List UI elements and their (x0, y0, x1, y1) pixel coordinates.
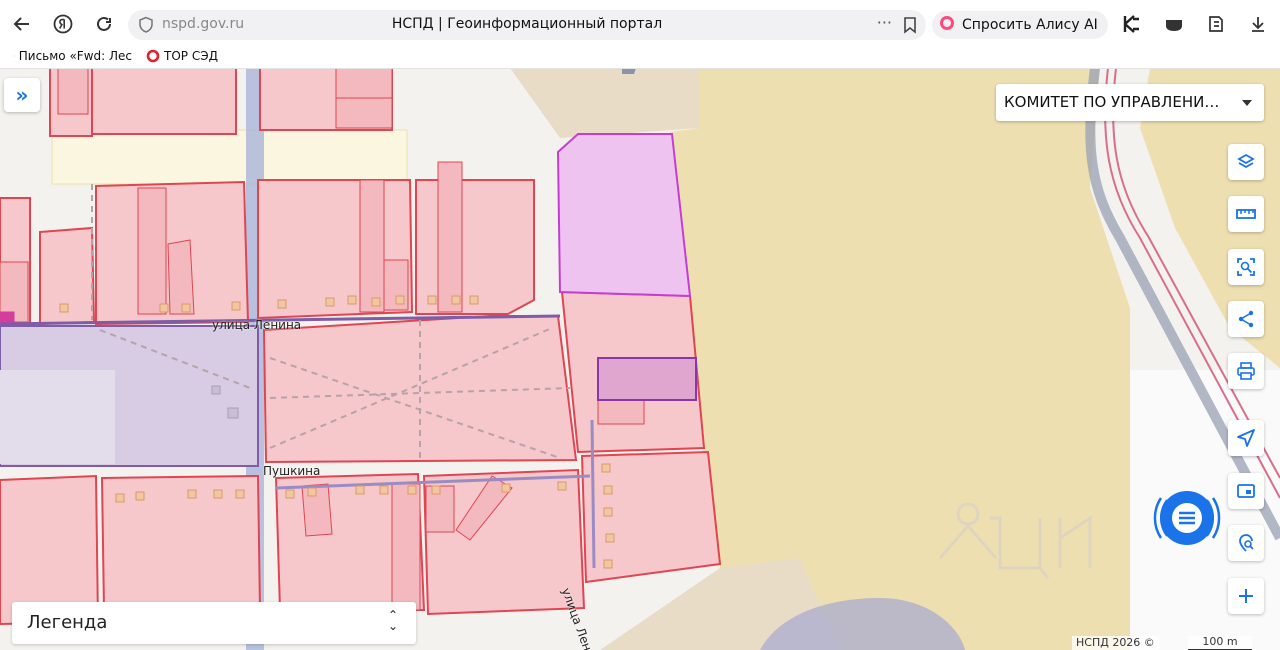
ring-icon (146, 49, 160, 63)
map-copyright: НСПД 2026 © (1072, 636, 1159, 650)
layers-button[interactable] (1228, 144, 1264, 180)
extension-icon (1123, 15, 1139, 33)
parcel[interactable] (91, 68, 237, 135)
bookmark-label: ТОР СЭД (164, 49, 218, 63)
double-chevron-right-icon: » (15, 83, 29, 107)
zoom-in-button[interactable] (1228, 578, 1264, 614)
collections-button[interactable] (1204, 12, 1228, 36)
download-icon (1252, 17, 1264, 32)
selected-parcel[interactable] (556, 133, 692, 298)
map-viewport[interactable]: улица Ленина Пушкина улица Ленина » КОМИ… (0, 68, 1280, 650)
parcel[interactable] (415, 179, 535, 315)
expand-panel-button[interactable]: » (4, 78, 40, 112)
back-button[interactable] (10, 12, 34, 36)
area-select-button[interactable] (1228, 249, 1264, 285)
address-bar[interactable]: nspd.gov.ru НСПД | Геоинформационный пор… (128, 10, 926, 40)
ask-alice-button[interactable]: Спросить Алису AI (932, 11, 1108, 39)
extension-button[interactable] (1120, 12, 1144, 36)
legend-title: Легенда (27, 612, 108, 633)
reload-icon (97, 16, 111, 31)
street-label-pushkina: Пушкина (263, 464, 321, 478)
more-icon[interactable]: ··· (877, 13, 892, 32)
alice-icon (940, 16, 954, 30)
arrow-left-icon (13, 17, 29, 31)
wallet-button[interactable] (1162, 12, 1186, 36)
mail-icon (14, 55, 15, 57)
organization-select-value: КОМИТЕТ ПО УПРАВЛЕНИЮ ИМУЩЕСТВОМ (1004, 93, 1224, 111)
bookmark-label: Письмо «Fwd: Лес (18, 49, 132, 63)
bookmark-item-mail[interactable]: Письмо «Fwd: Лес (14, 49, 132, 63)
organization-select[interactable]: КОМИТЕТ ПО УПРАВЛЕНИЮ ИМУЩЕСТВОМ (996, 84, 1264, 121)
chat-icon (1153, 491, 1221, 545)
frame-icon (1237, 484, 1255, 498)
page-title: НСПД | Геоинформационный портал (391, 16, 663, 32)
navigate-icon (1237, 429, 1255, 447)
yandex-logo-icon (53, 14, 73, 34)
yandex-button[interactable] (51, 12, 75, 36)
downloads-button[interactable] (1246, 12, 1270, 36)
collections-icon (1209, 16, 1223, 32)
browser-toolbar: nspd.gov.ru НСПД | Геоинформационный пор… (0, 0, 1280, 48)
navigate-button[interactable] (1228, 420, 1264, 456)
frame-button[interactable] (1228, 473, 1264, 509)
share-icon (1238, 310, 1254, 328)
reload-button[interactable] (92, 12, 116, 36)
geo-search-button[interactable] (1228, 525, 1264, 561)
print-icon (1237, 362, 1255, 380)
chat-button[interactable] (1147, 478, 1227, 558)
bookmarks-bar: Письмо «Fwd: Лес ТОР СЭД (0, 48, 1280, 68)
area-select-icon (1237, 258, 1255, 276)
purple-block-inner (0, 370, 115, 464)
ruler-icon (1236, 209, 1256, 219)
expand-collapse-icon: ⌃ ⌄ (387, 608, 398, 633)
browser-chrome: nspd.gov.ru НСПД | Геоинформационный пор… (0, 0, 1280, 69)
zoom-in-icon (1239, 589, 1253, 603)
caret-down-icon (1242, 100, 1252, 106)
street-line (590, 419, 596, 569)
yellow-strip (51, 129, 408, 185)
map-scale-bar: 100 m (1188, 636, 1252, 650)
map-canvas[interactable] (0, 68, 1280, 650)
bookmark-item-tor-sed[interactable]: ТОР СЭД (146, 49, 218, 63)
geo-search-icon (1239, 534, 1254, 552)
layers-icon (1237, 153, 1255, 169)
ask-alice-label: Спросить Алису AI (962, 17, 1098, 33)
ruler-button[interactable] (1228, 196, 1264, 232)
street-label-lenina: улица Ленина (212, 318, 302, 332)
legend-panel[interactable]: Легенда ⌃ ⌄ (12, 602, 416, 644)
bookmark-icon[interactable] (902, 16, 918, 34)
print-button[interactable] (1228, 353, 1264, 389)
share-button[interactable] (1228, 301, 1264, 337)
wallet-icon (1166, 20, 1182, 31)
selected-building[interactable] (597, 357, 697, 401)
